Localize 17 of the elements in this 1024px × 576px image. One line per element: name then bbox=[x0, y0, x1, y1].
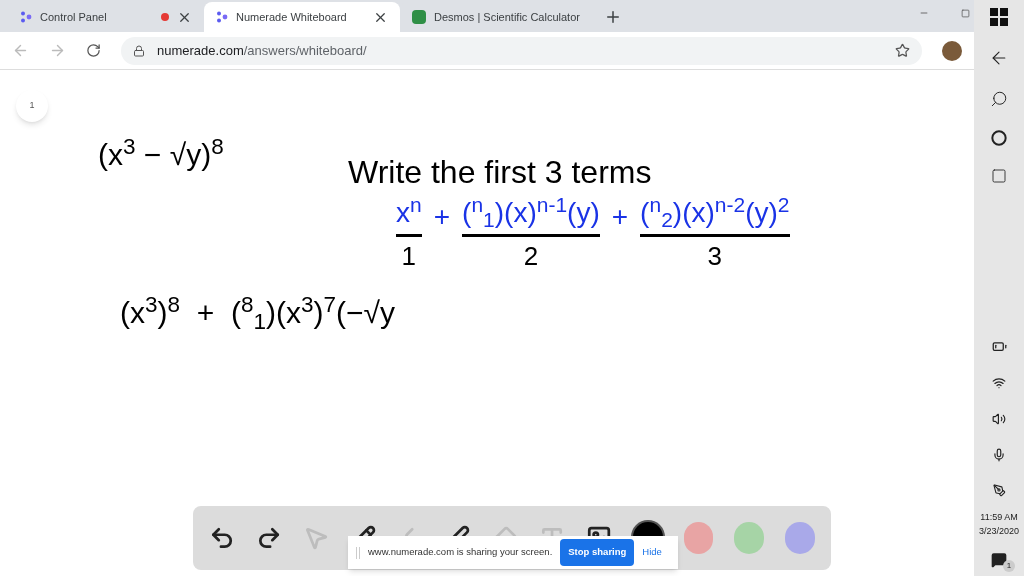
handwritten-expansion: (x$^{3}$)$^{8}$ + ($^{8}$$_{1}$)(x$^{3}$)$^{7}$(−√y bbox=[120, 290, 395, 335]
handwritten-term: ($^{n}$$_{2}$)(x)$^{n-2}$(y)$^{2}$ bbox=[640, 192, 790, 234]
handwritten-term: ($^{n}$$_{1}$)(x)$^{n-1}$(y) bbox=[462, 192, 600, 234]
handwritten-term-number: 1 bbox=[401, 240, 417, 273]
handwritten-term-number: 2 bbox=[523, 240, 539, 273]
handwritten-expression: (x$^{3}$ − √y)$^{8}$ bbox=[98, 132, 224, 173]
handwritten-term: x$^{n}$ bbox=[396, 192, 422, 230]
handwritten-plus: + bbox=[611, 200, 629, 234]
tab-title: Control Panel bbox=[40, 9, 108, 25]
handwritten-term-number: 3 bbox=[707, 240, 723, 273]
notification-count: 1 bbox=[1003, 560, 1015, 572]
tab-title: Desmos | Scientific Calculator bbox=[434, 9, 580, 25]
sharing-message: www.numerade.com is sharing your screen. bbox=[368, 545, 553, 560]
url-text: numerade.com/answers/whiteboard/ bbox=[157, 41, 368, 60]
tab-title: Numerade Whiteboard bbox=[236, 9, 348, 25]
handwritten-plus: + bbox=[433, 200, 451, 234]
handwritten-instruction: Write the first 3 terms bbox=[348, 153, 652, 192]
